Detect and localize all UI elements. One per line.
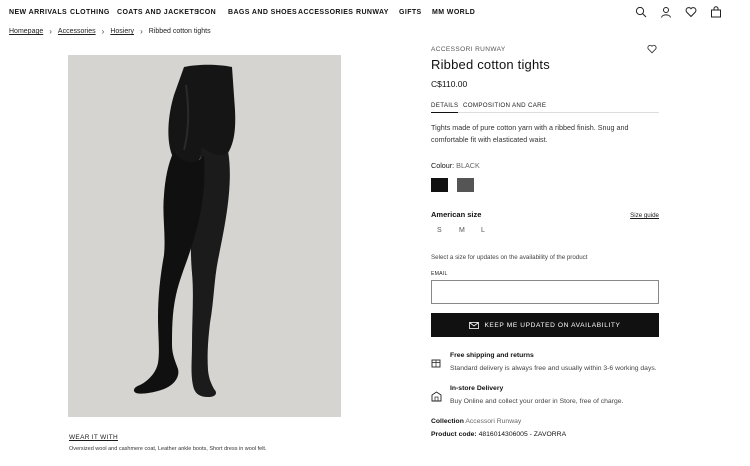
add-to-wishlist-icon[interactable] xyxy=(647,44,657,54)
product-code-row: Product code: 4816014306005 - ZAVORRA xyxy=(431,431,566,438)
breadcrumb: Homepage › Accessories › Hosiery › Ribbe… xyxy=(9,27,211,36)
email-label: EMAIL xyxy=(431,271,448,277)
in-store-text: Buy Online and collect your order in Sto… xyxy=(450,398,624,405)
outfit-description: Oversized wool and cashmere coat, Leathe… xyxy=(69,446,267,452)
nav-new-arrivals[interactable]: NEW ARRIVALS xyxy=(9,9,67,16)
size-guide-link[interactable]: Size guide xyxy=(630,212,659,219)
product-title: Ribbed cotton tights xyxy=(431,57,550,72)
product-tabs: DETAILS COMPOSITION AND CARE xyxy=(431,101,659,113)
bag-icon[interactable] xyxy=(710,6,722,18)
product-price: C$110.00 xyxy=(431,79,468,89)
keep-me-updated-button[interactable]: KEEP ME UPDATED ON AVAILABILITY xyxy=(431,313,659,337)
wear-it-with-link[interactable]: WEAR IT WITH xyxy=(69,434,118,441)
nav-gifts[interactable]: GIFTS xyxy=(399,9,422,16)
nav-clothing[interactable]: CLOTHING xyxy=(70,9,110,16)
account-icon[interactable] xyxy=(660,6,672,18)
colour-swatch-black[interactable] xyxy=(431,178,448,192)
keep-me-updated-label: KEEP ME UPDATED ON AVAILABILITY xyxy=(484,321,621,329)
nav-coats-and-jackets[interactable]: COATS AND JACKETS xyxy=(117,9,199,16)
collection-label: Collection xyxy=(431,418,464,425)
tab-composition-and-care[interactable]: COMPOSITION AND CARE xyxy=(463,102,546,109)
email-field[interactable] xyxy=(431,280,659,304)
wishlist-icon[interactable] xyxy=(685,6,697,18)
colour-value: BLACK xyxy=(456,161,480,170)
size-option-m[interactable]: M xyxy=(459,227,465,234)
breadcrumb-homepage[interactable]: Homepage xyxy=(9,28,43,35)
envelope-icon xyxy=(469,321,480,329)
chevron-right-icon: › xyxy=(101,27,105,36)
top-navigation: NEW ARRIVALS CLOTHING COATS AND JACKETS … xyxy=(0,0,750,24)
shipping-icon xyxy=(431,359,441,368)
colour-swatch-grey[interactable] xyxy=(457,178,474,192)
search-icon[interactable] xyxy=(635,6,647,18)
breadcrumb-accessories[interactable]: Accessories xyxy=(58,28,96,35)
nav-runway[interactable]: RUNWAY xyxy=(356,9,389,16)
product-image[interactable] xyxy=(68,55,341,417)
product-description: Tights made of pure cotton yarn with a r… xyxy=(431,123,629,144)
tab-details[interactable]: DETAILS xyxy=(431,102,459,113)
product-code-label: Product code: xyxy=(431,431,477,438)
breadcrumb-current: Ribbed cotton tights xyxy=(148,28,211,35)
collection-value[interactable]: Accessori Runway xyxy=(465,418,521,425)
tights-illustration xyxy=(133,64,236,397)
colour-label: Colour: BLACK xyxy=(431,161,480,170)
collection-row: Collection Accessori Runway xyxy=(431,418,521,425)
nav-mm-world[interactable]: MM WORLD xyxy=(432,9,475,16)
nav-icon[interactable]: ICON xyxy=(197,9,216,16)
shipping-text: Standard delivery is always free and usu… xyxy=(450,365,657,372)
size-hint: Select a size for updates on the availab… xyxy=(431,254,588,261)
chevron-right-icon: › xyxy=(140,27,143,36)
product-brand: ACCESSORI RUNWAY xyxy=(431,46,506,53)
size-title: American size xyxy=(431,210,482,219)
colour-label-text: Colour: xyxy=(431,161,455,170)
size-option-s[interactable]: S xyxy=(437,227,442,234)
breadcrumb-hosiery[interactable]: Hosiery xyxy=(110,28,134,35)
store-delivery-icon xyxy=(431,391,442,402)
nav-accessories[interactable]: ACCESSORIES xyxy=(298,9,353,16)
chevron-right-icon: › xyxy=(49,27,52,36)
size-option-l[interactable]: L xyxy=(481,227,485,234)
nav-bags-and-shoes[interactable]: BAGS AND SHOES xyxy=(228,9,297,16)
in-store-title: In-store Delivery xyxy=(450,385,504,392)
shipping-title: Free shipping and returns xyxy=(450,352,534,359)
product-code-value: 4816014306005 - ZAVORRA xyxy=(478,431,567,438)
